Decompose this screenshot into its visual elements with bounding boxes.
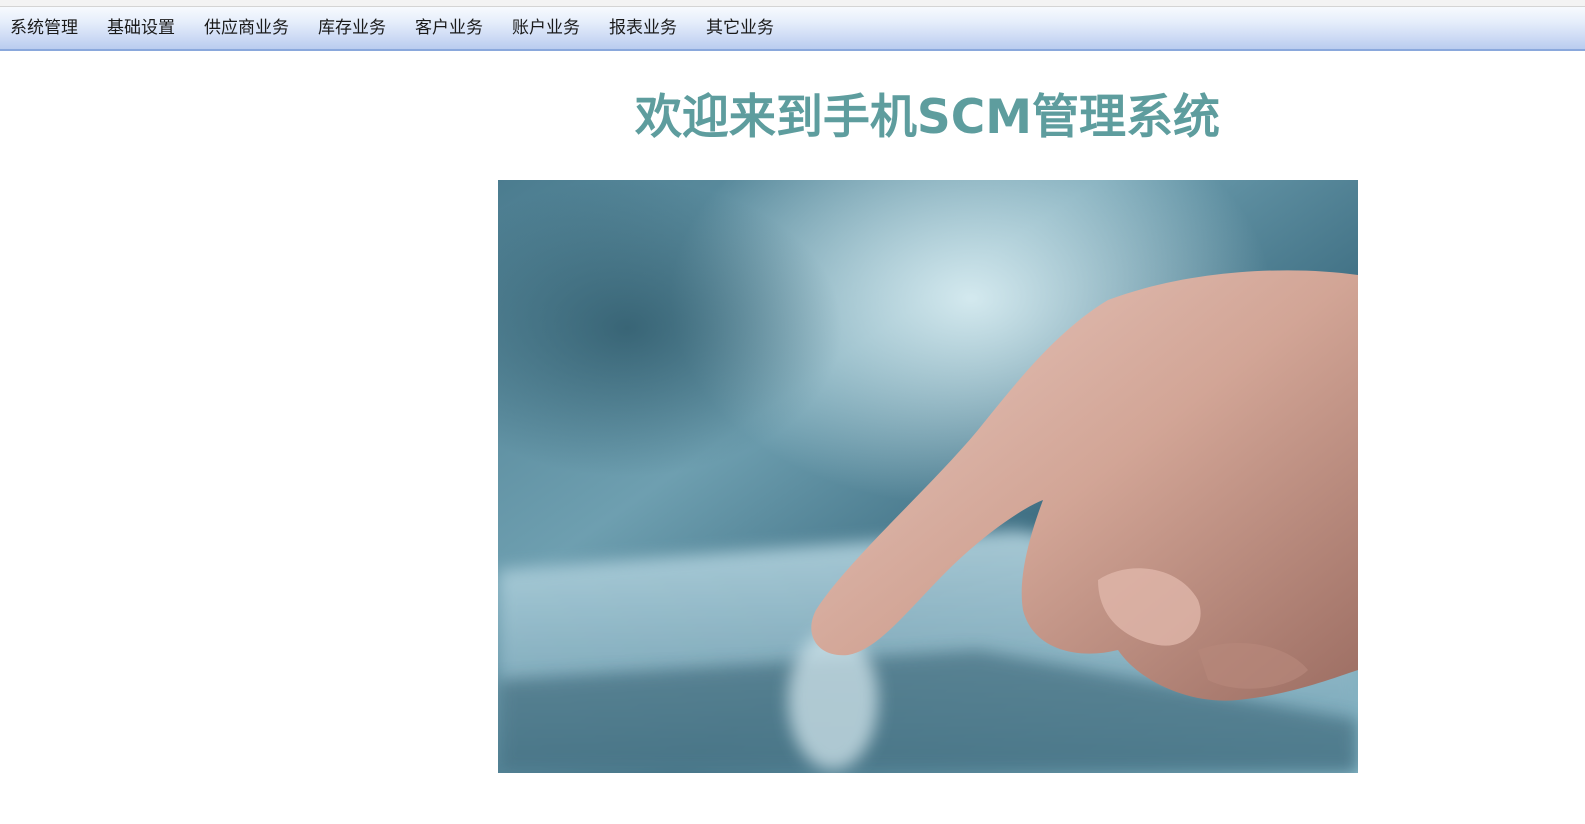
hero-image-finger-touching-screen (498, 180, 1358, 773)
menu-item-customer-business[interactable]: 客户业务 (415, 6, 483, 50)
main-menu-bar: 系统管理 基础设置 供应商业务 库存业务 客户业务 账户业务 报表业务 其它业务 (0, 7, 1585, 51)
menu-item-inventory-business[interactable]: 库存业务 (318, 6, 386, 50)
menu-item-account-business[interactable]: 账户业务 (512, 6, 580, 50)
menu-item-basic-settings[interactable]: 基础设置 (107, 6, 175, 50)
menu-item-supplier-business[interactable]: 供应商业务 (204, 6, 289, 50)
menu-item-system-management[interactable]: 系统管理 (10, 6, 78, 50)
menu-item-report-business[interactable]: 报表业务 (609, 6, 677, 50)
menu-item-other-business[interactable]: 其它业务 (706, 6, 774, 50)
welcome-title: 欢迎来到手机SCM管理系统 (634, 90, 1221, 145)
